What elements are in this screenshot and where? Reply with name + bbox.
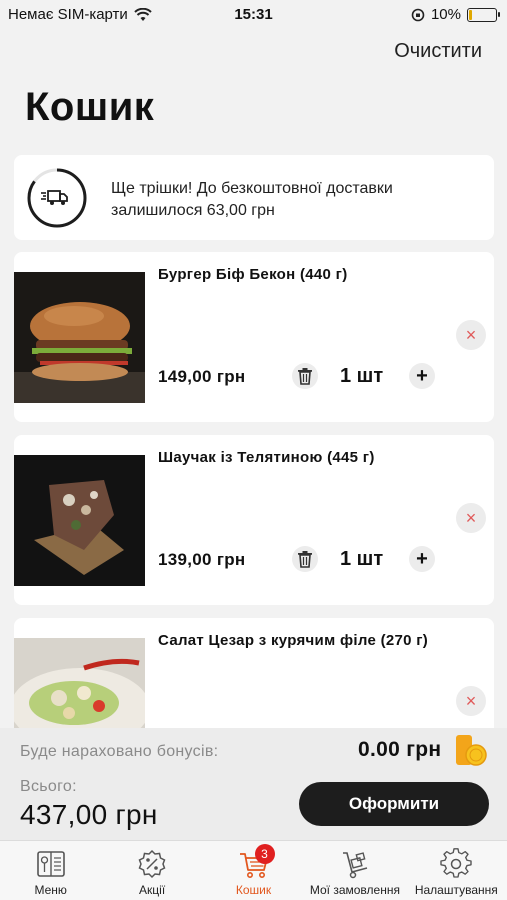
tab-menu[interactable]: Меню xyxy=(0,841,101,900)
delivery-progress-ring xyxy=(27,168,87,228)
total-value: 437,00 грн xyxy=(20,799,158,830)
tab-label: Кошик xyxy=(235,883,272,897)
hand-truck-icon xyxy=(342,852,368,879)
trash-icon xyxy=(298,551,312,568)
increase-button[interactable]: + xyxy=(409,363,435,389)
free-delivery-message: Ще трішки! До безкоштовної доставки зали… xyxy=(111,180,393,219)
cart-item: Бургер Біф Бекон (440 г) 149,00 грн 1 шт… xyxy=(14,252,494,422)
item-price: 139,00 грн xyxy=(158,550,246,569)
item-name: Салат Цезар з курячим філе (270 г) xyxy=(158,632,429,649)
order-summary: Буде нараховано бонусів: 0.00 грн Всього… xyxy=(0,728,507,840)
orientation-lock-icon xyxy=(411,8,425,21)
status-right: 10% xyxy=(411,6,500,23)
checkout-button[interactable]: Оформити xyxy=(299,782,489,826)
tab-promotions[interactable]: Акції xyxy=(101,841,202,900)
tab-my-orders[interactable]: Мої замовлення xyxy=(304,841,405,900)
remove-item-button[interactable]: × xyxy=(456,686,486,716)
bonus-value: 0.00 грн xyxy=(358,738,442,761)
decrease-button[interactable] xyxy=(292,363,318,389)
clear-cart-button[interactable]: Очистити xyxy=(394,40,482,63)
decrease-button[interactable] xyxy=(292,546,318,572)
battery-percent: 10% xyxy=(430,6,461,23)
item-quantity: 1 шт xyxy=(340,548,384,570)
increase-button[interactable]: + xyxy=(409,546,435,572)
tab-label: Мої замовлення xyxy=(309,883,400,897)
bottom-tab-bar: Меню Акції 3 Кошик Мої замовлення Налашт… xyxy=(0,840,507,900)
discount-badge-icon xyxy=(138,849,166,879)
item-name: Бургер Біф Бекон (440 г) xyxy=(158,266,348,283)
cart-item: Шаучак із Телятиною (445 г) 139,00 грн 1… xyxy=(14,435,494,605)
trash-icon xyxy=(298,368,312,385)
plus-icon: + xyxy=(416,365,428,387)
total-label: Всього: xyxy=(20,778,77,795)
tab-label: Налаштування xyxy=(414,883,498,897)
free-delivery-card: Ще трішки! До безкоштовної доставки зали… xyxy=(14,155,494,240)
plus-icon: + xyxy=(416,548,428,570)
burger-image xyxy=(14,272,145,403)
item-quantity: 1 шт xyxy=(340,365,384,387)
battery-icon xyxy=(467,7,500,22)
gear-icon xyxy=(440,848,473,878)
tab-cart[interactable]: 3 Кошик xyxy=(203,841,304,900)
item-name: Шаучак із Телятиною (445 г) xyxy=(158,449,375,466)
remove-item-button[interactable]: × xyxy=(456,320,486,350)
item-price: 149,00 грн xyxy=(158,367,246,386)
bonus-label: Буде нараховано бонусів: xyxy=(20,743,219,760)
cart-count-badge: 3 xyxy=(254,844,275,864)
page-title: Кошик xyxy=(25,85,155,129)
shawarma-image xyxy=(14,455,145,586)
coins-icon xyxy=(456,735,487,766)
tab-label: Акції xyxy=(139,883,166,897)
status-bar: Немає SIM-карти 15:31 10% xyxy=(0,0,507,30)
tab-settings[interactable]: Налаштування xyxy=(406,841,507,900)
menu-book-icon xyxy=(36,851,65,877)
delivery-truck-icon xyxy=(41,190,68,205)
remove-item-button[interactable]: × xyxy=(456,503,486,533)
tab-label: Меню xyxy=(34,883,67,897)
